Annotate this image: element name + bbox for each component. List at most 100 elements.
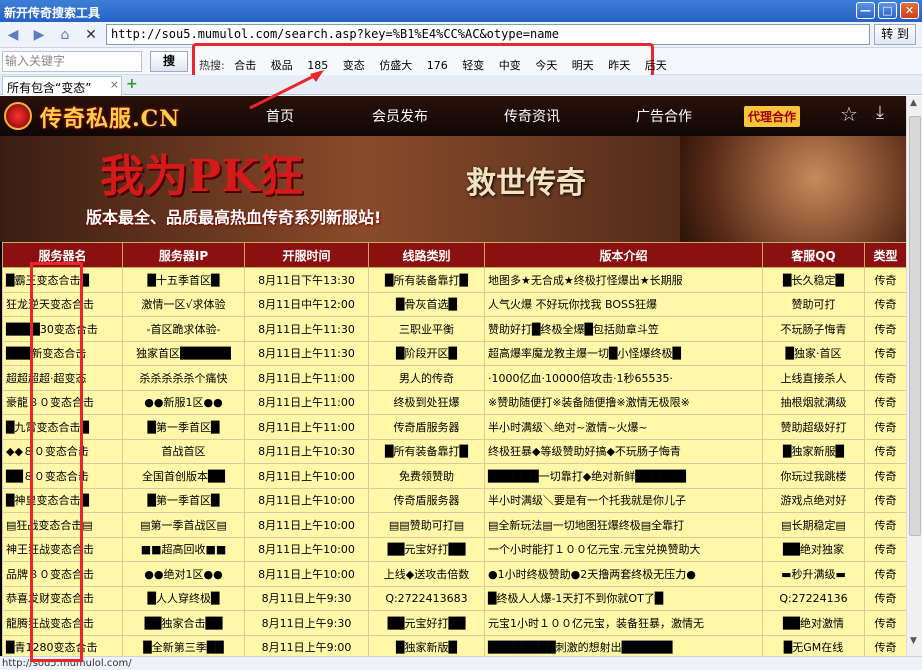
table-row[interactable]: 狂龙逆天变态合击 激情一区√求体验 8月11日中午12:00 █骨灰首选█ 人气火爆 不… [2,291,906,317]
nav-news[interactable]: 传奇资讯 [504,106,560,126]
banner[interactable]: 我为PK狂 版本最全、品质最高热血传奇系列新服站! 救世传奇 [0,136,906,242]
table-cell: ████████刺激的想射出██████ [484,634,763,656]
table-cell: ██元宝好打██ [368,610,485,636]
star-icon[interactable]: ☆ [840,102,858,126]
scroll-down-icon[interactable]: ▼ [910,636,917,646]
table-cell: Q:27224136 [762,585,865,611]
table-cell: 8月11日上午11:00 [244,365,369,391]
table-row[interactable]: 豪龍８０变态合击 ●●新服1区●● 8月11日上午11:00 终极到处狂爆 ※赞助随便打… [2,389,906,415]
agent-button[interactable]: 代理合作 [744,106,801,127]
table-row[interactable]: 超超超超·超变态 杀杀杀杀杀个痛快 8月11日上午11:00 男人的传奇 ·1000亿血… [2,365,906,391]
table-cell: 你玩过我跳楼 [762,463,865,489]
search-button[interactable]: 搜 [150,51,188,72]
forward-icon[interactable]: ▶ [30,26,48,44]
vertical-scrollbar[interactable]: ▲ ▼ [906,96,922,656]
table-row[interactable]: ▤狂战变态合击▤ ▤第一季首战区▤ 8月11日上午10:00 ▤▤赞助可打▤ ▤全新玩法… [2,512,906,538]
table-cell: 独家首区██████ [122,340,245,366]
table-cell: 上线◆送攻击倍数 [368,561,485,587]
table-cell: 上线直接杀人 [762,365,865,391]
table-row[interactable]: ███新变态合击 独家首区██████ 8月11日上午11:30 █阶段开区█ 超高爆率… [2,340,906,366]
banner-slogan: 版本最全、品质最高热血传奇系列新服站! [86,208,382,227]
hot-keyword[interactable]: 176 [427,59,448,72]
server-table: 服务器名 服务器IP 开服时间 线路类别 版本介绍 客服QQ 类型 █霸王变态合击█ █十五季… [2,242,906,656]
table-cell: 8月11日上午9:30 [244,585,369,611]
table-cell: █骨灰首选█ [368,291,485,317]
search-input[interactable]: 输入关键字 [2,51,142,72]
table-cell: ●1小时终极赞助●2天撸两套终极无压力● [484,561,763,587]
close-window-button[interactable]: ✕ [900,2,919,19]
table-cell: 传奇 [864,634,906,656]
table-cell: █全新第三季██ [122,634,245,656]
table-cell: 8月11日上午11:30 [244,316,369,342]
table-cell: 免费领赞助 [368,463,485,489]
table-row[interactable]: █神皇变态合击█ █第一季首区█ 8月11日上午10:00 传奇盾服务器 半小时满级＼要… [2,487,906,513]
hot-keyword[interactable]: 仿盛大 [379,59,412,72]
table-cell: 游戏点绝对好 [762,487,865,513]
hot-keyword[interactable]: 今天 [535,59,557,72]
table-cell: █独家·首区 [762,340,865,366]
table-cell: 8月11日上午11:00 [244,414,369,440]
back-icon[interactable]: ◀ [4,26,22,44]
table-cell: 传奇 [864,365,906,391]
new-tab-icon[interactable]: + [126,76,138,92]
table-cell: 传奇 [864,414,906,440]
table-header-row: 服务器名 服务器IP 开服时间 线路类别 版本介绍 客服QQ 类型 [2,242,906,268]
hot-keyword[interactable]: 变态 [343,59,365,72]
table-cell: ●●绝对1区●● [122,561,245,587]
annotation-highlight-box [30,262,83,662]
go-button[interactable]: 转 到 [874,24,916,45]
maximize-button[interactable]: □ [878,2,897,19]
table-cell: ▬秒升满级▬ [762,561,865,587]
table-row[interactable]: █青1280变态合击 █全新第三季██ 8月11日上午9:00 █独家新版█ █████… [2,634,906,656]
table-row[interactable]: ◆◆８０变态合击 首战首区 8月11日上午10:30 █所有装备靠打█ 终极狂暴◆等级赞… [2,438,906,464]
nav-ads[interactable]: 广告合作 [636,106,692,126]
table-cell: 终极到处狂爆 [368,389,485,415]
table-cell: ●●新服1区●● [122,389,245,415]
table-cell: 抽根烟就满级 [762,389,865,415]
home-icon[interactable]: ⌂ [56,26,74,44]
table-cell: 不玩肠子悔青 [762,316,865,342]
scroll-thumb[interactable] [909,116,921,536]
table-cell: 传奇盾服务器 [368,414,485,440]
stop-icon[interactable]: ✕ [82,26,100,44]
table-cell: 地图多★无合成★终极打怪爆出★长期服 [484,267,763,293]
table-cell: 8月11日上午11:00 [244,389,369,415]
tab-label: 所有包含“变态” [7,81,92,95]
table-cell: 首战首区 [122,438,245,464]
column-header: 类型 [864,242,906,268]
table-cell: 赞助超级好打 [762,414,865,440]
tab-search-results[interactable]: 所有包含“变态” × [2,76,122,95]
table-cell: ▤全新玩法▤一切地图狂爆终极▤全靠打 [484,512,763,538]
table-row[interactable]: 品牌８０变态合击 ●●绝对1区●● 8月11日上午10:00 上线◆送攻击倍数 ●1小时… [2,561,906,587]
hot-keyword[interactable]: 中变 [499,59,521,72]
table-cell: 激情一区√求体验 [122,291,245,317]
table-row[interactable]: 神王狂战变态合击 ■■超高回收■■ 8月11日上午10:00 ██元宝好打██ 一个小时… [2,536,906,562]
table-row[interactable]: 恭喜发财变态合击 █人人穿终极█ 8月11日上午9:30 Q:2722413683 █终… [2,585,906,611]
scroll-up-icon[interactable]: ▲ [910,98,917,108]
minimize-button[interactable]: — [856,2,875,19]
table-cell: █终极人人爆-1天打不到你就OT了█ [484,585,763,611]
table-cell: 传奇 [864,267,906,293]
table-row[interactable]: █九霄变态合击█ █第一季首区█ 8月11日上午11:00 传奇盾服务器 半小时满级＼绝… [2,414,906,440]
table-row[interactable]: █霸王变态合击█ █十五季首区█ 8月11日下午13:30 █所有装备靠打█ 地图多★无… [2,267,906,293]
table-cell: 半小时满级＼要是有一个托我就是你儿子 [484,487,763,513]
hot-keyword[interactable]: 轻变 [462,59,484,72]
table-row[interactable]: ██８０变态合击 全国首创版本██ 8月11日上午10:00 免费领赞助 ██████一… [2,463,906,489]
table-cell: 半小时满级＼绝对~激情~火爆~ [484,414,763,440]
tab-close-icon[interactable]: × [110,78,119,91]
url-input[interactable]: http://sou5.mumulol.com/search.asp?key=%… [106,24,870,45]
table-cell: ██████一切靠打◆绝对新鲜██████ [484,463,763,489]
table-row[interactable]: ████30变态合击 -首区跪求体验- 8月11日上午11:30 三职业平衡 赞助好打█… [2,316,906,342]
nav-member-publish[interactable]: 会员发布 [372,106,428,126]
annotation-arrow [249,70,324,110]
column-header: 服务器IP [122,242,245,268]
hot-keyword[interactable]: 昨天 [608,59,630,72]
table-cell: 男人的传奇 [368,365,485,391]
table-row[interactable]: 龍腾狂战变态合击 ██独家合击██ 8月11日上午9:30 ██元宝好打██ 元宝1小时… [2,610,906,636]
table-cell: 8月11日上午10:00 [244,561,369,587]
download-icon[interactable]: ⤓ [876,102,884,123]
site-logo[interactable]: 传奇私服.CN [6,101,180,133]
table-cell: █所有装备靠打█ [368,438,485,464]
hot-keyword[interactable]: 明天 [572,59,594,72]
hot-keyword[interactable]: 后天 [645,59,667,72]
